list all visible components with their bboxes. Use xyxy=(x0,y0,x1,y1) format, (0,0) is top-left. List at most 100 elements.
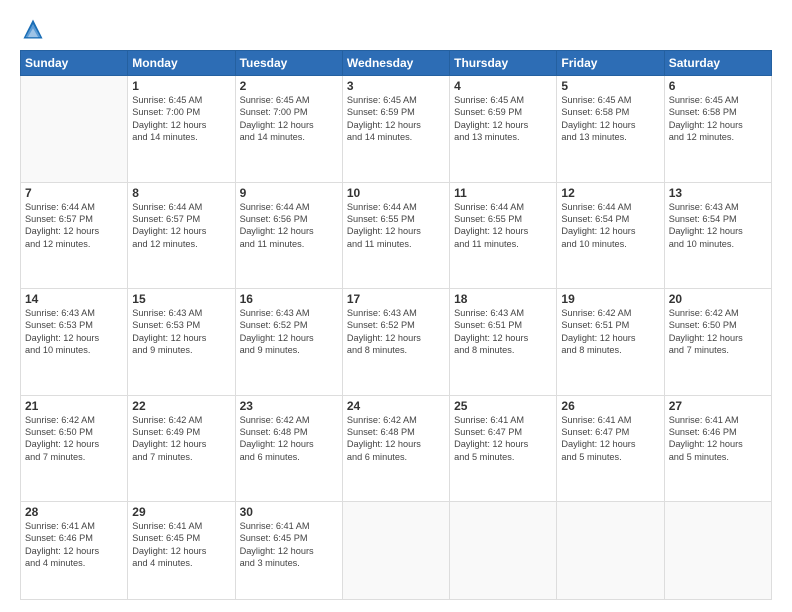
calendar-cell: 15Sunrise: 6:43 AMSunset: 6:53 PMDayligh… xyxy=(128,289,235,396)
day-number: 13 xyxy=(669,186,767,200)
calendar-header-friday: Friday xyxy=(557,51,664,76)
calendar-cell: 19Sunrise: 6:42 AMSunset: 6:51 PMDayligh… xyxy=(557,289,664,396)
day-number: 29 xyxy=(132,505,230,519)
day-number: 12 xyxy=(561,186,659,200)
day-number: 18 xyxy=(454,292,552,306)
cell-info: Sunrise: 6:44 AMSunset: 6:57 PMDaylight:… xyxy=(25,201,123,251)
cell-info: Sunrise: 6:44 AMSunset: 6:57 PMDaylight:… xyxy=(132,201,230,251)
day-number: 7 xyxy=(25,186,123,200)
cell-info: Sunrise: 6:44 AMSunset: 6:55 PMDaylight:… xyxy=(347,201,445,251)
calendar-cell: 2Sunrise: 6:45 AMSunset: 7:00 PMDaylight… xyxy=(235,76,342,183)
calendar-cell xyxy=(342,502,449,600)
day-number: 9 xyxy=(240,186,338,200)
day-number: 3 xyxy=(347,79,445,93)
calendar-cell: 22Sunrise: 6:42 AMSunset: 6:49 PMDayligh… xyxy=(128,395,235,502)
cell-info: Sunrise: 6:42 AMSunset: 6:49 PMDaylight:… xyxy=(132,414,230,464)
day-number: 4 xyxy=(454,79,552,93)
day-number: 24 xyxy=(347,399,445,413)
day-number: 22 xyxy=(132,399,230,413)
cell-info: Sunrise: 6:42 AMSunset: 6:50 PMDaylight:… xyxy=(669,307,767,357)
day-number: 19 xyxy=(561,292,659,306)
day-number: 30 xyxy=(240,505,338,519)
calendar-table: SundayMondayTuesdayWednesdayThursdayFrid… xyxy=(20,50,772,600)
cell-info: Sunrise: 6:42 AMSunset: 6:48 PMDaylight:… xyxy=(240,414,338,464)
cell-info: Sunrise: 6:44 AMSunset: 6:54 PMDaylight:… xyxy=(561,201,659,251)
day-number: 23 xyxy=(240,399,338,413)
calendar-header-row: SundayMondayTuesdayWednesdayThursdayFrid… xyxy=(21,51,772,76)
cell-info: Sunrise: 6:44 AMSunset: 6:55 PMDaylight:… xyxy=(454,201,552,251)
cell-info: Sunrise: 6:43 AMSunset: 6:53 PMDaylight:… xyxy=(132,307,230,357)
calendar-cell: 12Sunrise: 6:44 AMSunset: 6:54 PMDayligh… xyxy=(557,182,664,289)
cell-info: Sunrise: 6:41 AMSunset: 6:47 PMDaylight:… xyxy=(561,414,659,464)
calendar-cell xyxy=(450,502,557,600)
calendar-header-monday: Monday xyxy=(128,51,235,76)
logo-icon xyxy=(22,18,44,40)
day-number: 11 xyxy=(454,186,552,200)
calendar-cell: 11Sunrise: 6:44 AMSunset: 6:55 PMDayligh… xyxy=(450,182,557,289)
day-number: 8 xyxy=(132,186,230,200)
day-number: 14 xyxy=(25,292,123,306)
cell-info: Sunrise: 6:41 AMSunset: 6:45 PMDaylight:… xyxy=(132,520,230,570)
calendar-cell: 5Sunrise: 6:45 AMSunset: 6:58 PMDaylight… xyxy=(557,76,664,183)
cell-info: Sunrise: 6:43 AMSunset: 6:52 PMDaylight:… xyxy=(240,307,338,357)
calendar-cell: 14Sunrise: 6:43 AMSunset: 6:53 PMDayligh… xyxy=(21,289,128,396)
calendar-cell: 16Sunrise: 6:43 AMSunset: 6:52 PMDayligh… xyxy=(235,289,342,396)
day-number: 6 xyxy=(669,79,767,93)
calendar-cell: 26Sunrise: 6:41 AMSunset: 6:47 PMDayligh… xyxy=(557,395,664,502)
calendar-cell: 28Sunrise: 6:41 AMSunset: 6:46 PMDayligh… xyxy=(21,502,128,600)
day-number: 20 xyxy=(669,292,767,306)
calendar-cell: 30Sunrise: 6:41 AMSunset: 6:45 PMDayligh… xyxy=(235,502,342,600)
header xyxy=(20,18,772,40)
day-number: 5 xyxy=(561,79,659,93)
calendar-header-sunday: Sunday xyxy=(21,51,128,76)
logo xyxy=(20,18,48,40)
calendar-cell: 21Sunrise: 6:42 AMSunset: 6:50 PMDayligh… xyxy=(21,395,128,502)
cell-info: Sunrise: 6:42 AMSunset: 6:48 PMDaylight:… xyxy=(347,414,445,464)
cell-info: Sunrise: 6:43 AMSunset: 6:51 PMDaylight:… xyxy=(454,307,552,357)
cell-info: Sunrise: 6:45 AMSunset: 6:59 PMDaylight:… xyxy=(347,94,445,144)
day-number: 26 xyxy=(561,399,659,413)
calendar-cell: 29Sunrise: 6:41 AMSunset: 6:45 PMDayligh… xyxy=(128,502,235,600)
cell-info: Sunrise: 6:42 AMSunset: 6:51 PMDaylight:… xyxy=(561,307,659,357)
cell-info: Sunrise: 6:43 AMSunset: 6:52 PMDaylight:… xyxy=(347,307,445,357)
calendar-cell: 1Sunrise: 6:45 AMSunset: 7:00 PMDaylight… xyxy=(128,76,235,183)
calendar-cell xyxy=(557,502,664,600)
calendar-cell: 6Sunrise: 6:45 AMSunset: 6:58 PMDaylight… xyxy=(664,76,771,183)
cell-info: Sunrise: 6:41 AMSunset: 6:47 PMDaylight:… xyxy=(454,414,552,464)
day-number: 28 xyxy=(25,505,123,519)
calendar-cell: 8Sunrise: 6:44 AMSunset: 6:57 PMDaylight… xyxy=(128,182,235,289)
cell-info: Sunrise: 6:41 AMSunset: 6:46 PMDaylight:… xyxy=(25,520,123,570)
calendar-cell: 3Sunrise: 6:45 AMSunset: 6:59 PMDaylight… xyxy=(342,76,449,183)
day-number: 15 xyxy=(132,292,230,306)
calendar-header-saturday: Saturday xyxy=(664,51,771,76)
cell-info: Sunrise: 6:44 AMSunset: 6:56 PMDaylight:… xyxy=(240,201,338,251)
calendar-cell: 10Sunrise: 6:44 AMSunset: 6:55 PMDayligh… xyxy=(342,182,449,289)
calendar-cell: 24Sunrise: 6:42 AMSunset: 6:48 PMDayligh… xyxy=(342,395,449,502)
day-number: 1 xyxy=(132,79,230,93)
cell-info: Sunrise: 6:41 AMSunset: 6:45 PMDaylight:… xyxy=(240,520,338,570)
cell-info: Sunrise: 6:45 AMSunset: 6:58 PMDaylight:… xyxy=(669,94,767,144)
day-number: 2 xyxy=(240,79,338,93)
calendar-cell: 9Sunrise: 6:44 AMSunset: 6:56 PMDaylight… xyxy=(235,182,342,289)
calendar-header-thursday: Thursday xyxy=(450,51,557,76)
day-number: 25 xyxy=(454,399,552,413)
calendar-cell: 25Sunrise: 6:41 AMSunset: 6:47 PMDayligh… xyxy=(450,395,557,502)
calendar-cell: 13Sunrise: 6:43 AMSunset: 6:54 PMDayligh… xyxy=(664,182,771,289)
day-number: 17 xyxy=(347,292,445,306)
calendar-cell: 7Sunrise: 6:44 AMSunset: 6:57 PMDaylight… xyxy=(21,182,128,289)
calendar-cell: 23Sunrise: 6:42 AMSunset: 6:48 PMDayligh… xyxy=(235,395,342,502)
calendar-cell: 18Sunrise: 6:43 AMSunset: 6:51 PMDayligh… xyxy=(450,289,557,396)
calendar-header-tuesday: Tuesday xyxy=(235,51,342,76)
calendar-cell xyxy=(21,76,128,183)
cell-info: Sunrise: 6:43 AMSunset: 6:54 PMDaylight:… xyxy=(669,201,767,251)
cell-info: Sunrise: 6:45 AMSunset: 7:00 PMDaylight:… xyxy=(240,94,338,144)
calendar-cell: 20Sunrise: 6:42 AMSunset: 6:50 PMDayligh… xyxy=(664,289,771,396)
calendar-header-wednesday: Wednesday xyxy=(342,51,449,76)
cell-info: Sunrise: 6:42 AMSunset: 6:50 PMDaylight:… xyxy=(25,414,123,464)
cell-info: Sunrise: 6:41 AMSunset: 6:46 PMDaylight:… xyxy=(669,414,767,464)
day-number: 10 xyxy=(347,186,445,200)
day-number: 27 xyxy=(669,399,767,413)
cell-info: Sunrise: 6:45 AMSunset: 6:58 PMDaylight:… xyxy=(561,94,659,144)
calendar-cell: 4Sunrise: 6:45 AMSunset: 6:59 PMDaylight… xyxy=(450,76,557,183)
calendar-cell xyxy=(664,502,771,600)
